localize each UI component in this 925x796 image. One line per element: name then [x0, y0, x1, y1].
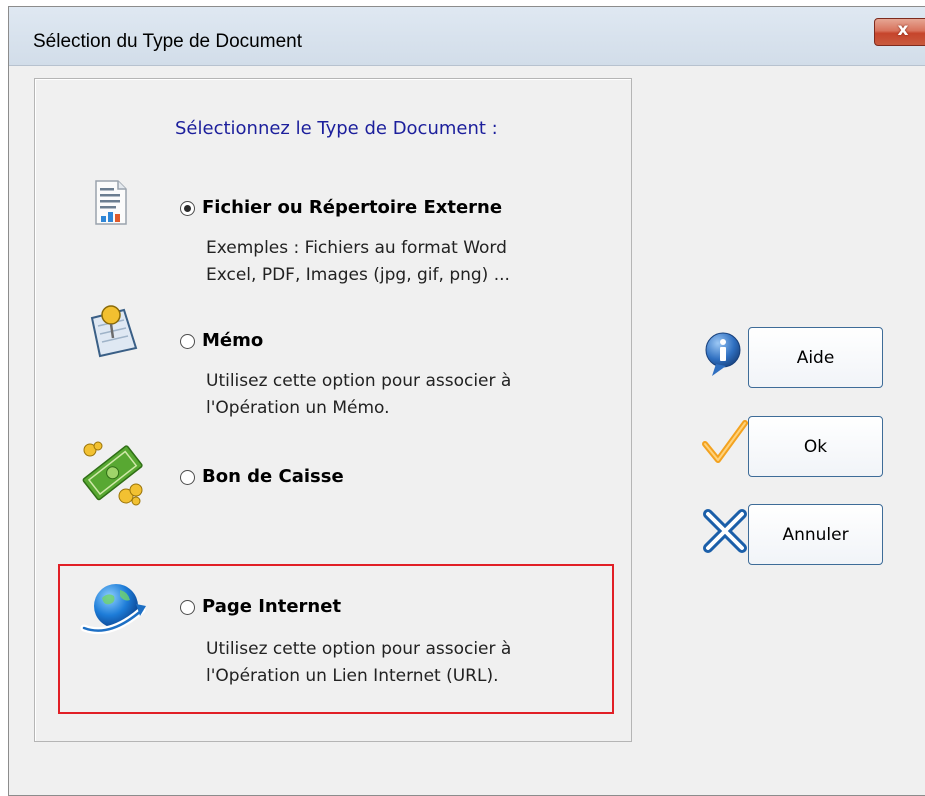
- title-bar[interactable]: Sélection du Type de Document x: [9, 7, 925, 66]
- close-button[interactable]: x: [874, 18, 925, 46]
- description-line: Utilisez cette option pour associer à: [206, 639, 512, 659]
- help-button[interactable]: Aide: [748, 327, 883, 388]
- option-fichier-description: Exemples : Fichiers au format Word Excel…: [206, 235, 510, 289]
- ok-button[interactable]: Ok: [748, 416, 883, 477]
- checkmark-icon: [702, 420, 748, 463]
- description-line: l'Opération un Lien Internet (URL).: [206, 666, 499, 686]
- option-page-internet-description: Utilisez cette option pour associer à l'…: [206, 636, 511, 690]
- prompt-label: Sélectionnez le Type de Document :: [175, 118, 498, 139]
- radio-bon-de-caisse[interactable]: [180, 470, 195, 485]
- description-line: Exemples : Fichiers au format Word: [206, 238, 507, 258]
- cancel-x-icon: [703, 509, 747, 553]
- description-line: l'Opération un Mémo.: [206, 398, 390, 418]
- radio-fichier[interactable]: [180, 201, 195, 216]
- description-line: Excel, PDF, Images (jpg, gif, png) ...: [206, 265, 510, 285]
- cancel-button[interactable]: Annuler: [748, 504, 883, 565]
- option-page-internet-label[interactable]: Page Internet: [202, 596, 341, 617]
- option-memo-label[interactable]: Mémo: [202, 330, 263, 351]
- info-icon: [705, 332, 741, 376]
- option-fichier-label[interactable]: Fichier ou Répertoire Externe: [202, 197, 502, 218]
- pinned-note-icon: [90, 305, 138, 358]
- close-icon: x: [897, 20, 909, 40]
- radio-page-internet[interactable]: [180, 600, 195, 615]
- description-line: Utilisez cette option pour associer à: [206, 371, 512, 391]
- option-bon-de-caisse-label[interactable]: Bon de Caisse: [202, 466, 344, 487]
- money-coins-icon: [82, 441, 143, 506]
- globe-internet-icon: [80, 584, 146, 635]
- radio-memo[interactable]: [180, 334, 195, 349]
- option-memo-description: Utilisez cette option pour associer à l'…: [206, 368, 511, 422]
- window-title: Sélection du Type de Document: [33, 31, 302, 52]
- document-chart-icon: [95, 180, 127, 225]
